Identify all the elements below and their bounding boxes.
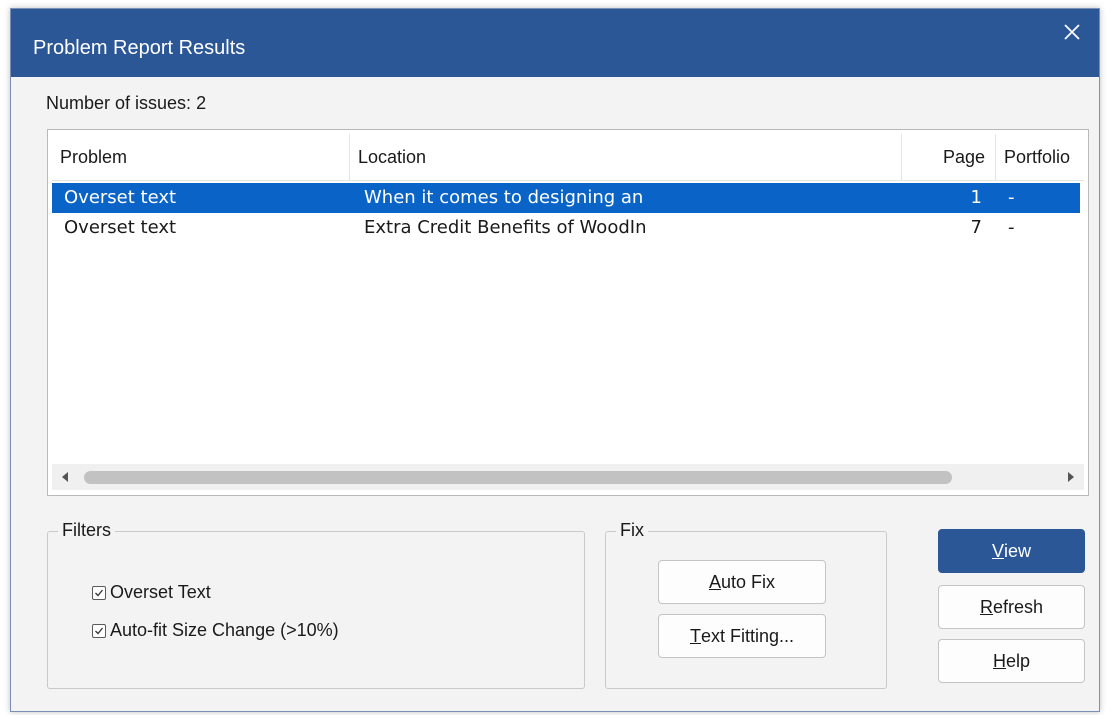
cell-location: When it comes to designing an: [364, 187, 644, 208]
checkbox-label: Auto-fit Size Change (>10%): [110, 620, 339, 640]
column-header-problem[interactable]: Problem: [52, 134, 350, 180]
autofit-size-change-checkbox[interactable]: Auto-fit Size Change (>10%): [92, 620, 339, 641]
text-fitting-label: ext Fitting...: [700, 625, 795, 646]
help-label: elp: [1005, 650, 1031, 671]
list-header: Problem Location Page Portfolio: [52, 134, 1084, 181]
table-row[interactable]: Overset text When it comes to designing …: [52, 183, 1080, 213]
fix-legend: Fix: [616, 520, 648, 541]
check-icon: [95, 589, 104, 596]
scroll-thumb[interactable]: [84, 471, 952, 484]
scroll-right-button[interactable]: [1058, 464, 1084, 490]
scroll-left-button[interactable]: [52, 464, 78, 490]
triangle-left-icon: [62, 472, 68, 482]
refresh-label: efresh: [992, 596, 1044, 617]
cell-page: 7: [970, 217, 982, 238]
checkbox-label: Overset Text: [110, 582, 211, 602]
overset-text-checkbox[interactable]: Overset Text: [92, 582, 211, 603]
view-label: iew: [1004, 540, 1032, 561]
column-header-portfolio[interactable]: Portfolio: [996, 134, 1088, 180]
auto-fix-button[interactable]: Auto Fix: [658, 560, 826, 604]
issue-count-label: Number of issues:: [46, 93, 192, 113]
cell-portfolio: -: [1008, 187, 1015, 208]
help-button[interactable]: Help: [938, 639, 1085, 683]
checkbox-box[interactable]: [92, 623, 106, 638]
checkbox-box[interactable]: [92, 585, 106, 600]
triangle-right-icon: [1068, 472, 1074, 482]
title-bar: Problem Report Results: [11, 9, 1099, 77]
cell-problem: Overset text: [64, 217, 177, 238]
table-row[interactable]: Overset text Extra Credit Benefits of Wo…: [52, 213, 1080, 243]
fix-group: Fix Auto Fix Text Fitting...: [605, 520, 887, 689]
window-title: Problem Report Results: [33, 37, 246, 59]
refresh-button[interactable]: Refresh: [938, 585, 1085, 629]
filters-group: Filters Overset Text Auto-fit Size Chang…: [47, 520, 585, 689]
cell-problem: Overset text: [64, 187, 177, 208]
column-header-location[interactable]: Location: [350, 134, 902, 180]
refresh-mnemonic: R: [979, 596, 993, 617]
horizontal-scrollbar[interactable]: [52, 464, 1084, 490]
close-icon: [1064, 24, 1080, 40]
filters-legend: Filters: [58, 520, 115, 541]
problem-report-dialog: Problem Report Results Number of issues:…: [10, 8, 1100, 712]
check-icon: [95, 627, 104, 634]
auto-fix-mnemonic: A: [708, 571, 721, 592]
problem-list[interactable]: Problem Location Page Portfolio Overset …: [47, 129, 1089, 496]
issue-count-value: 2: [196, 93, 207, 113]
column-header-page[interactable]: Page: [902, 134, 996, 180]
text-fitting-mnemonic: T: [689, 625, 701, 646]
auto-fix-label: uto Fix: [720, 571, 776, 592]
close-button[interactable]: [1045, 9, 1099, 55]
cell-portfolio: -: [1008, 217, 1015, 238]
cell-page: 1: [970, 187, 982, 208]
view-button[interactable]: View: [938, 529, 1085, 573]
issue-count: Number of issues: 2: [46, 93, 206, 114]
cell-location: Extra Credit Benefits of WoodIn: [364, 217, 647, 238]
text-fitting-button[interactable]: Text Fitting...: [658, 614, 826, 658]
view-mnemonic: V: [991, 540, 1004, 561]
help-mnemonic: H: [992, 650, 1006, 671]
